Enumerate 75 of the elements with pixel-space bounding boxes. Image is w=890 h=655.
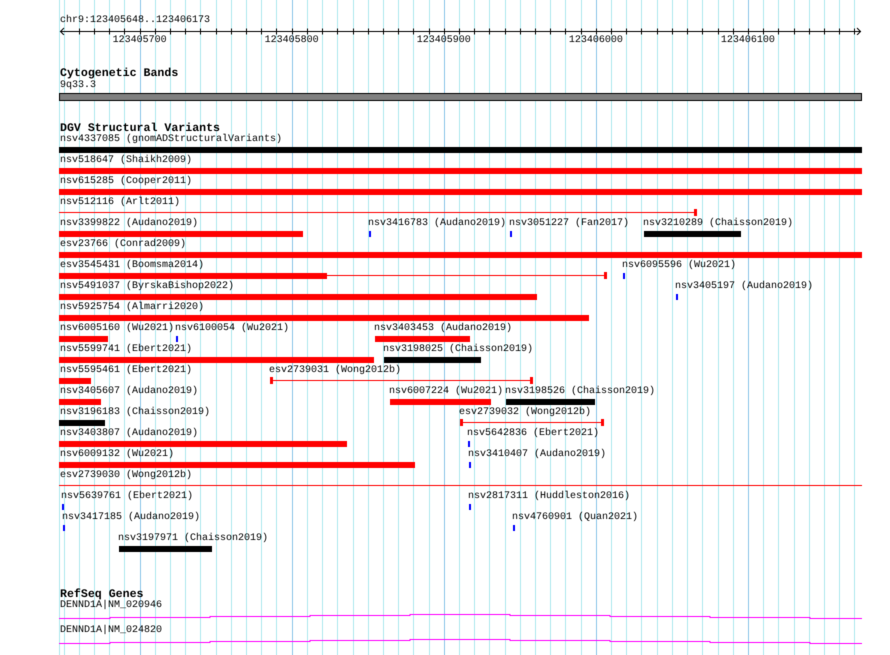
- variant-label: nsv6005160 (Wu2021): [60, 323, 174, 335]
- variant-label: nsv512116 (Arlt2011): [60, 197, 180, 209]
- variant-label: nsv3196183 (Chaisson2019): [60, 407, 210, 419]
- variant-label: esv3545431 (Boomsma2014): [60, 260, 204, 272]
- variant-bar[interactable]: [384, 357, 481, 363]
- variant-range[interactable]: [460, 419, 604, 426]
- variant-label: nsv518647 (Shaikh2009): [60, 155, 192, 167]
- variant-bar[interactable]: [59, 462, 415, 468]
- track-title: Cytogenetic Bands: [60, 67, 178, 80]
- gene-line[interactable]: [59, 639, 862, 644]
- variant-bar[interactable]: [59, 357, 374, 363]
- variant-bar[interactable]: [59, 399, 101, 405]
- variant-bar[interactable]: [59, 441, 347, 447]
- variant-bar[interactable]: [59, 420, 105, 426]
- variant-bar[interactable]: [59, 315, 589, 321]
- variant-bar[interactable]: [59, 252, 862, 258]
- track-title: DGV Structural Variants: [60, 122, 220, 135]
- variant-bar[interactable]: [59, 189, 862, 195]
- band-label: 9q33.3: [60, 80, 96, 91]
- tick-label: 123405900: [416, 35, 471, 47]
- variant-range[interactable]: [59, 482, 862, 489]
- variant-bar[interactable]: [59, 336, 108, 342]
- variant-label: nsv5595461 (Ebert2021): [60, 365, 192, 377]
- variant-label: nsv6009132 (Wu2021): [60, 449, 174, 461]
- variant-bar[interactable]: [59, 231, 303, 237]
- variant-label: nsv4760901 (Quan2021): [512, 512, 638, 524]
- variant-label: nsv3051227 (Fan2017): [509, 218, 630, 230]
- variant-label: nsv3198025 (Chaisson2019): [383, 344, 534, 356]
- variant-range[interactable]: [59, 272, 607, 279]
- variant-bar[interactable]: [375, 336, 470, 342]
- variant-label: nsv3403453 (Audano2019): [374, 323, 512, 335]
- variant-label: nsv3197971 (Chaisson2019): [118, 533, 268, 545]
- variant-label: esv2739031 (Wong2012b): [269, 365, 402, 377]
- variant-bar[interactable]: [119, 546, 212, 552]
- variant-label: nsv6095596 (Wu2021): [622, 260, 736, 272]
- tick-label: 123405800: [264, 35, 319, 47]
- tick-label: 123406100: [720, 35, 775, 47]
- gene-label: DENND1A|NM_024820: [60, 625, 162, 636]
- variant-label: esv2739030 (Wong2012b): [60, 470, 192, 482]
- variant-bar[interactable]: [506, 399, 595, 405]
- variant-bar[interactable]: [59, 168, 862, 174]
- variant-bar[interactable]: [59, 147, 862, 153]
- variant-label: nsv615285 (Cooper2011): [60, 176, 192, 188]
- track-title: RefSeq Genes: [60, 588, 144, 601]
- variant-bar[interactable]: [59, 294, 537, 300]
- tick-label: 123405700: [112, 35, 167, 47]
- variant-label: nsv3405197 (Audano2019): [675, 281, 814, 293]
- tick-label: 123406000: [568, 35, 623, 47]
- variant-label: nsv2817311 (Huddleston2016): [468, 491, 630, 503]
- variant-label: nsv3416783 (Audano2019): [368, 218, 506, 230]
- gene-line[interactable]: [59, 614, 862, 619]
- variant-label: nsv3399822 (Audano2019): [60, 218, 198, 230]
- variant-bar[interactable]: [59, 378, 91, 384]
- variant-label: nsv3417185 (Audano2019): [62, 512, 200, 524]
- variant-label: nsv6007224 (Wu2021): [389, 386, 504, 398]
- variant-label: nsv5639761 (Ebert2021): [61, 491, 194, 503]
- variant-label: esv23766 (Conrad2009): [60, 239, 186, 251]
- variant-bar[interactable]: [390, 399, 491, 405]
- variant-label: nsv3403807 (Audano2019): [60, 428, 198, 440]
- gene-label: DENND1A|NM_020946: [60, 600, 162, 611]
- variant-range[interactable]: [59, 209, 697, 216]
- variant-label: esv2739032 (Wong2012b): [459, 407, 592, 419]
- variant-label: nsv5491037 (ByrskaBishop2022): [60, 281, 234, 293]
- variant-label: nsv3210289 (Chaisson2019): [643, 218, 794, 230]
- variant-label: nsv5599741 (Ebert2021): [60, 344, 192, 356]
- variant-label: nsv5925754 (Almarri2020): [60, 302, 204, 314]
- variant-label: nsv3410407 (Audano2019): [468, 449, 606, 461]
- variant-label: nsv4337085 (gnomADStructuralVariants): [60, 134, 282, 146]
- variant-bar[interactable]: [644, 231, 741, 237]
- variant-label: nsv5642836 (Ebert2021): [467, 428, 600, 440]
- region-label: chr9:123405648..123406173: [60, 15, 210, 26]
- variant-label: nsv3198526 (Chaisson2019): [505, 386, 656, 398]
- variant-label: nsv6100054 (Wu2021): [175, 323, 290, 335]
- variant-range[interactable]: [270, 377, 533, 384]
- variant-label: nsv3405607 (Audano2019): [60, 386, 198, 398]
